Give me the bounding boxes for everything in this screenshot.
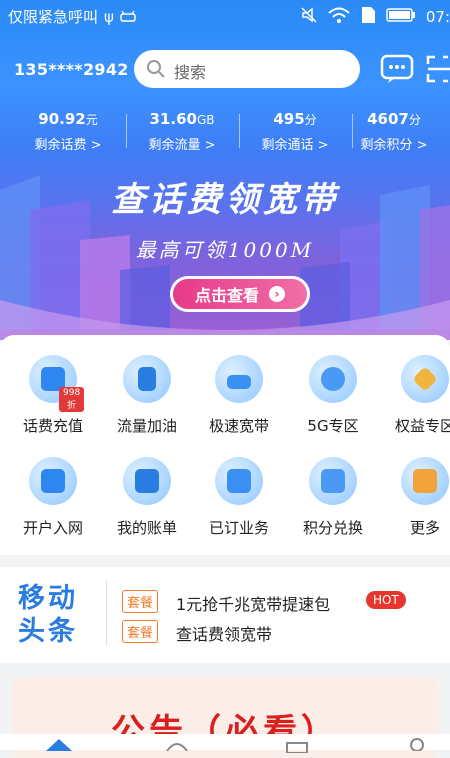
subscription-icon: [215, 457, 263, 505]
bottom-nav: [0, 734, 450, 754]
stat-points[interactable]: 4607分 剩余积分 >: [338, 110, 450, 153]
service-data-boost[interactable]: 流量加油: [102, 355, 192, 436]
wifi-icon: [328, 6, 350, 28]
stat-voice-label: 剩余通话 >: [261, 138, 329, 153]
service-label: 极速宽带: [208, 417, 269, 435]
news-tag: 套餐: [122, 590, 159, 613]
search-input[interactable]: 搜索: [134, 50, 360, 88]
service-label: 5G专区: [307, 417, 359, 435]
clock: 07:: [425, 8, 450, 26]
android-icon: [120, 8, 136, 26]
service-5g[interactable]: 5G专区: [288, 355, 378, 436]
banner-title[interactable]: 查话费领宽带: [0, 172, 450, 221]
mute-icon: [300, 6, 318, 28]
news-tag: 套餐: [122, 620, 159, 643]
stat-voice-value: 495: [273, 110, 305, 128]
sim-card-icon: [29, 457, 77, 505]
headlines-logo-line1: 移动: [18, 583, 78, 614]
usb-icon: ψ: [104, 7, 114, 26]
hot-badge: HOT: [366, 591, 406, 609]
phone-data-icon: [123, 355, 171, 403]
headlines-logo: 移动 头条: [18, 582, 78, 648]
stat-points-unit: 分: [408, 113, 421, 127]
points-shop-icon: [309, 457, 357, 505]
stat-points-label: 剩余积分 >: [360, 138, 428, 153]
more-icon: [401, 457, 449, 505]
search-placeholder: 搜索: [174, 63, 207, 82]
service-subscriptions[interactable]: 已订业务: [194, 457, 284, 538]
stat-data-label: 剩余流量 >: [148, 138, 216, 153]
status-bar: 仅限紧急呼叫 ψ 07:: [0, 0, 450, 32]
stat-balance-value: 90.92: [38, 110, 86, 128]
banner-subtitle: 最高可领1000M: [135, 238, 315, 262]
5g-icon: [309, 355, 357, 403]
carrier-text: 仅限紧急呼叫: [8, 8, 99, 26]
scan-icon[interactable]: [426, 54, 450, 88]
service-my-bill[interactable]: 我的账单: [102, 457, 192, 538]
service-recharge[interactable]: 998折 话费充值: [8, 355, 98, 436]
service-label: 更多: [409, 519, 440, 537]
bill-icon: [123, 457, 171, 505]
shop-tab-icon[interactable]: [284, 738, 310, 757]
phone-number[interactable]: 135****2942: [14, 60, 129, 79]
service-label: 积分兑换: [302, 519, 363, 537]
service-label: 话费充值: [22, 417, 83, 435]
wallet-icon: 998折: [29, 355, 85, 412]
stat-points-value: 4607: [367, 110, 409, 128]
service-label: 我的账单: [116, 519, 177, 537]
banner-view-button[interactable]: 点击查看 ›: [170, 276, 310, 312]
service-broadband[interactable]: 极速宽带: [194, 355, 284, 436]
service-label: 权益专区: [394, 417, 450, 435]
discover-tab-icon[interactable]: [164, 736, 190, 755]
service-open-account[interactable]: 开户入网: [8, 457, 98, 538]
stat-voice[interactable]: 495分 剩余通话 >: [239, 110, 351, 153]
service-label: 已订业务: [208, 519, 269, 537]
service-points-exchange[interactable]: 积分兑换: [288, 457, 378, 538]
discount-badge: 998折: [59, 387, 85, 412]
banner-button-label: 点击查看: [194, 286, 259, 305]
home-tab-icon[interactable]: [44, 736, 74, 755]
stat-data[interactable]: 31.60GB 剩余流量 >: [126, 110, 238, 153]
news-item[interactable]: 1元抢千兆宽带提速包: [176, 591, 330, 615]
headlines-logo-line2: 头条: [18, 616, 78, 647]
service-label: 开户入网: [22, 519, 83, 537]
stat-data-unit: GB: [196, 113, 215, 127]
stat-voice-unit: 分: [304, 113, 317, 127]
stat-balance[interactable]: 90.92元 剩余话费 >: [12, 110, 124, 153]
stat-balance-unit: 元: [85, 113, 98, 127]
service-label: 流量加油: [116, 417, 177, 435]
service-more[interactable]: 更多: [380, 457, 450, 538]
service-benefits[interactable]: 权益专区: [380, 355, 450, 436]
news-item[interactable]: 查话费领宽带: [176, 621, 272, 645]
message-icon[interactable]: [380, 54, 414, 88]
divider: [106, 580, 107, 646]
stat-data-value: 31.60: [149, 110, 197, 128]
stat-balance-label: 剩余话费 >: [34, 138, 102, 153]
diamond-icon: [401, 355, 449, 403]
profile-tab-icon[interactable]: [404, 736, 430, 755]
router-icon: [215, 355, 263, 403]
search-icon: [146, 59, 166, 83]
sim-icon: [360, 6, 376, 28]
battery-icon: [386, 7, 416, 27]
chevron-right-icon: ›: [269, 286, 285, 302]
